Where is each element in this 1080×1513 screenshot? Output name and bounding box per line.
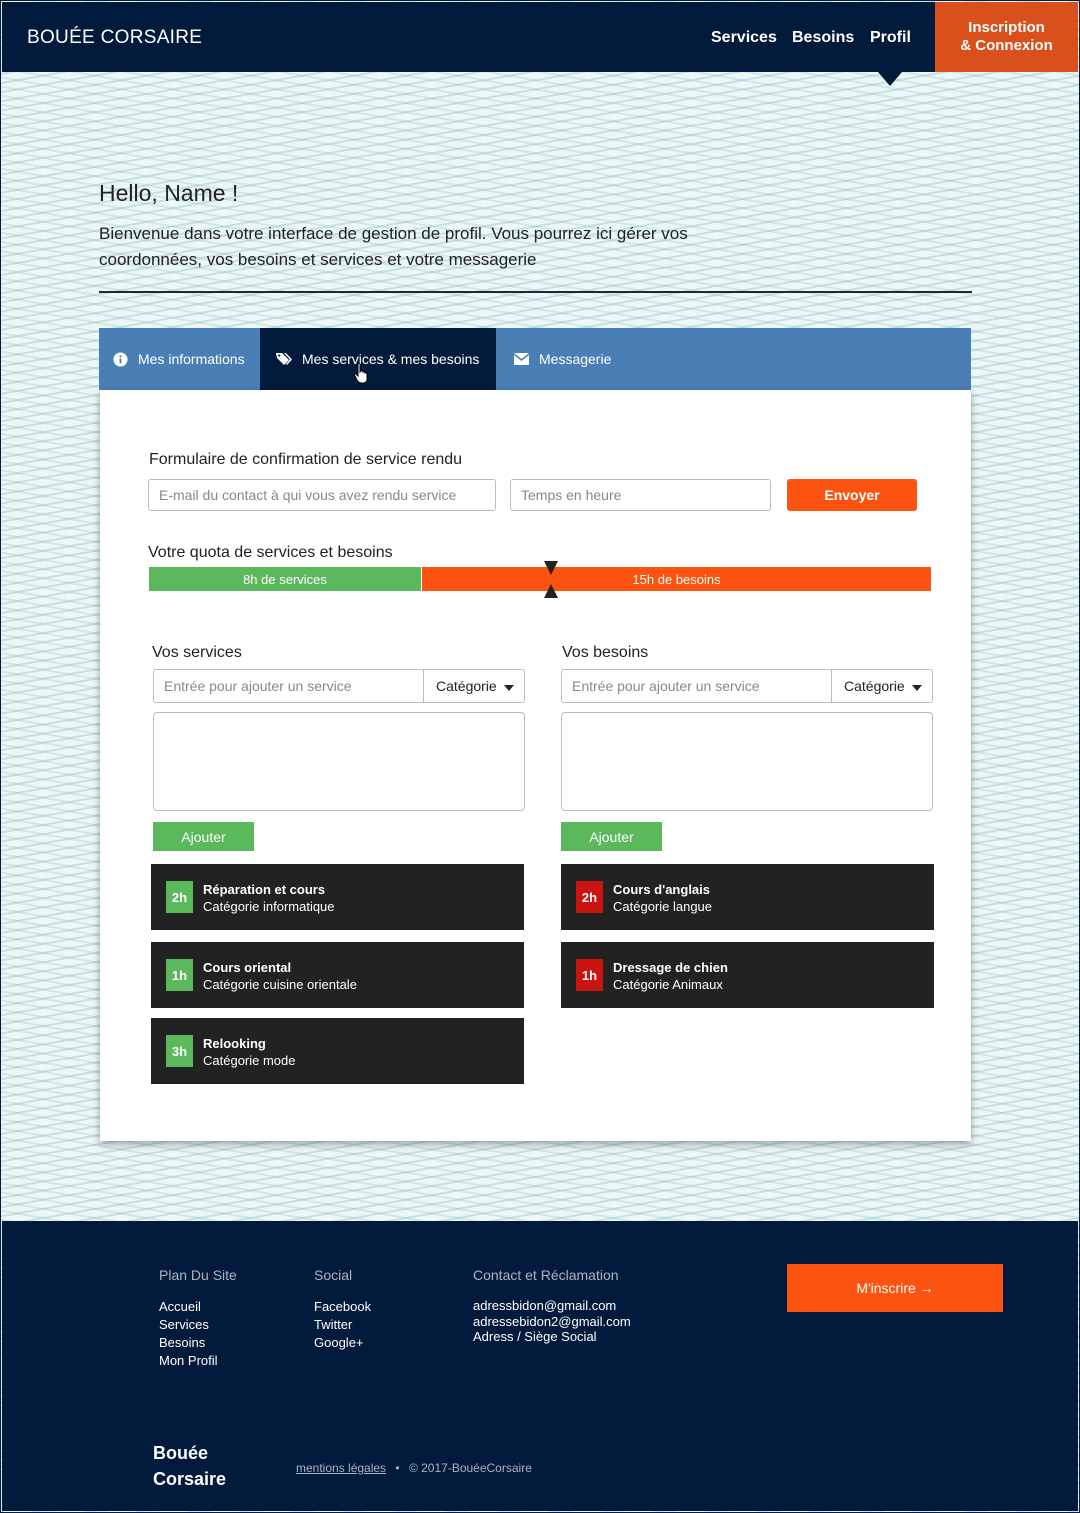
tab-services-besoins[interactable]: Mes services & mes besoins [260, 328, 496, 390]
item-category: Catégorie informatique [203, 899, 335, 914]
footer-brand-line2: Corsaire [153, 1469, 227, 1489]
sitemap-title: Plan Du Site [159, 1267, 237, 1283]
item-category: Catégorie Animaux [613, 977, 723, 992]
copyright-text: © 2017-BouéeCorsaire [408, 1461, 532, 1475]
contact-email-input[interactable]: E-mail du contact à qui vous avez rendu … [148, 479, 496, 511]
chevron-down-icon [504, 685, 514, 691]
need-category-select[interactable]: Catégorie [831, 669, 933, 703]
add-need-button[interactable]: Ajouter [561, 822, 662, 851]
nav-besoins[interactable]: Besoins [792, 29, 854, 47]
confirm-form-title: Formulaire de confirmation de service re… [149, 451, 463, 468]
footer-link-googleplus[interactable]: Google+ [314, 1335, 364, 1350]
service-description-textarea[interactable] [153, 712, 525, 811]
social-title: Social [314, 1267, 353, 1283]
contact-email-2: adressebidon2@gmail.com [473, 1314, 631, 1329]
quota-marker-top-icon [544, 561, 558, 575]
profile-tabs: Mes informations Mes services & mes beso… [99, 328, 971, 390]
item-name: Dressage de chien [613, 960, 728, 975]
intro-text: Bienvenue dans votre interface de gestio… [99, 224, 688, 269]
hours-badge: 1h [576, 959, 603, 991]
chevron-down-icon [912, 685, 922, 691]
brand-logo[interactable]: BOUÉE CORSAIRE [27, 27, 202, 49]
quota-title: Votre quota de services et besoins [148, 544, 393, 561]
active-nav-indicator [878, 72, 902, 86]
tab-label: Mes services & mes besoins [302, 351, 480, 367]
item-category: Catégorie mode [203, 1053, 296, 1068]
contact-address: Adress / Siège Social [473, 1329, 597, 1344]
legal-bar: mentions légales • © 2017-BouéeCorsaire [296, 1461, 532, 1475]
contact-email-1: adressbidon@gmail.com [473, 1298, 617, 1313]
needs-title: Vos besoins [562, 644, 649, 661]
service-category-select[interactable]: Catégorie [423, 669, 525, 703]
quota-marker-bottom-icon [544, 584, 558, 598]
hours-badge: 3h [166, 1035, 193, 1067]
envelope-icon [514, 353, 529, 365]
tags-icon [276, 352, 292, 366]
info-icon [113, 351, 128, 367]
need-item[interactable]: 2h Cours d'anglais Catégorie langue [561, 864, 934, 930]
hours-badge: 2h [576, 881, 603, 913]
signin-button[interactable]: Inscription & Connexion [935, 2, 1078, 72]
legal-notice-link[interactable]: mentions légales [296, 1461, 386, 1475]
tab-mes-informations[interactable]: Mes informations [99, 328, 260, 390]
select-value: Catégorie [436, 678, 497, 694]
item-category: Catégorie cuisine orientale [203, 977, 357, 992]
item-name: Réparation et cours [203, 882, 326, 897]
item-name: Cours d'anglais [613, 882, 710, 897]
service-item[interactable]: 1h Cours oriental Catégorie cuisine orie… [151, 942, 524, 1008]
service-item[interactable]: 2h Réparation et cours Catégorie informa… [151, 864, 524, 930]
hand-cursor-icon [353, 362, 370, 387]
services-title: Vos services [152, 644, 242, 661]
tab-label: Messagerie [539, 351, 612, 367]
service-entry-input[interactable]: Entrée pour ajouter un service [153, 669, 424, 703]
footer-link-accueil[interactable]: Accueil [159, 1299, 201, 1314]
need-entry-input[interactable]: Entrée pour ajouter un service [561, 669, 832, 703]
footer: Plan Du Site Accueil Services Besoins Mo… [2, 1221, 1078, 1511]
footer-brand: Bouée Corsaire [153, 1440, 226, 1492]
signin-line1: Inscription [968, 19, 1045, 36]
item-name: Cours oriental [203, 960, 292, 975]
footer-link-twitter[interactable]: Twitter [314, 1317, 352, 1332]
tab-messagerie[interactable]: Messagerie [514, 328, 611, 390]
footer-link-besoins[interactable]: Besoins [159, 1335, 205, 1350]
footer-brand-line1: Bouée [153, 1443, 209, 1463]
subscribe-button[interactable]: M'inscrire → [787, 1264, 1003, 1312]
quota-services-bar: 8h de services [149, 567, 421, 591]
quota-needs-bar: 15h de besoins [422, 567, 931, 591]
nav-profil[interactable]: Profil [870, 29, 911, 47]
hours-badge: 1h [166, 959, 193, 991]
contact-title: Contact et Réclamation [473, 1267, 619, 1283]
footer-link-facebook[interactable]: Facebook [314, 1299, 371, 1314]
item-name: Relooking [203, 1036, 266, 1051]
services-card: Formulaire de confirmation de service re… [100, 390, 971, 1141]
need-item[interactable]: 1h Dressage de chien Catégorie Animaux [561, 942, 934, 1008]
signin-line2: & Connexion [960, 37, 1053, 54]
item-category: Catégorie langue [613, 899, 713, 914]
greeting-title: Hello, Name ! [99, 180, 239, 206]
top-navbar: BOUÉE CORSAIRE Services Besoins Profil [2, 2, 1078, 72]
need-description-textarea[interactable] [561, 712, 933, 811]
footer-link-mon-profil[interactable]: Mon Profil [159, 1353, 218, 1368]
tab-label: Mes informations [138, 351, 245, 367]
hours-badge: 2h [166, 881, 193, 913]
nav-services[interactable]: Services [711, 29, 777, 47]
footer-link-services[interactable]: Services [159, 1317, 209, 1332]
legal-separator: • [395, 1461, 400, 1475]
time-hours-input[interactable]: Temps en heure [510, 479, 771, 511]
service-item[interactable]: 3h Relooking Catégorie mode [151, 1018, 524, 1084]
send-button[interactable]: Envoyer [787, 479, 917, 511]
select-value: Catégorie [844, 678, 905, 694]
add-service-button[interactable]: Ajouter [153, 822, 254, 851]
intro-divider [99, 291, 972, 293]
